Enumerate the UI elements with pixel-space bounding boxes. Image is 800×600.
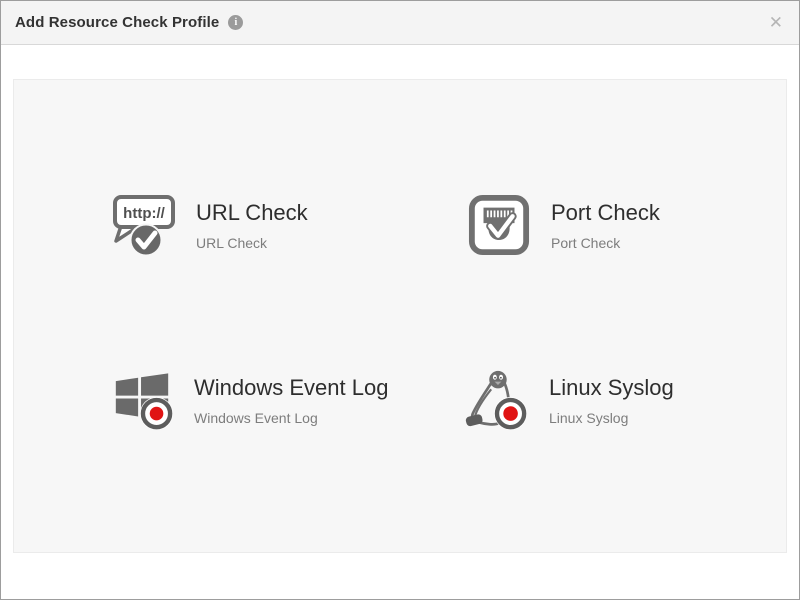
check-type-subtitle: Windows Event Log [194, 410, 388, 426]
check-type-title: URL Check [196, 200, 308, 226]
check-type-panel: http:// URL Check URL Check [13, 79, 787, 553]
svg-text:http://: http:// [123, 205, 165, 222]
check-type-title: Windows Event Log [194, 375, 388, 401]
close-icon[interactable]: ✕ [769, 1, 783, 45]
check-type-text: Linux Syslog Linux Syslog [549, 375, 674, 426]
check-type-url-check[interactable]: http:// URL Check URL Check [108, 189, 308, 261]
info-icon[interactable]: i [228, 15, 243, 30]
add-resource-check-profile-dialog: Add Resource Check Profile i ✕ http:// U… [0, 0, 800, 600]
check-type-title: Port Check [551, 200, 660, 226]
check-type-subtitle: Port Check [551, 235, 660, 251]
check-type-subtitle: Linux Syslog [549, 410, 674, 426]
check-type-title: Linux Syslog [549, 375, 674, 401]
check-type-text: URL Check URL Check [196, 200, 308, 251]
check-type-linux-syslog[interactable]: Linux Syslog Linux Syslog [461, 364, 674, 436]
check-type-port-check[interactable]: Port Check Port Check [463, 189, 660, 261]
check-type-text: Port Check Port Check [551, 200, 660, 251]
check-type-text: Windows Event Log Windows Event Log [194, 375, 388, 426]
url-check-icon: http:// [108, 189, 180, 261]
linux-syslog-icon [461, 364, 533, 436]
port-check-icon [463, 189, 535, 261]
windows-event-log-icon [106, 364, 178, 436]
check-type-subtitle: URL Check [196, 235, 308, 251]
dialog-header: Add Resource Check Profile i ✕ [1, 1, 799, 45]
dialog-title: Add Resource Check Profile [15, 14, 219, 31]
check-type-windows-event-log[interactable]: Windows Event Log Windows Event Log [106, 364, 388, 436]
